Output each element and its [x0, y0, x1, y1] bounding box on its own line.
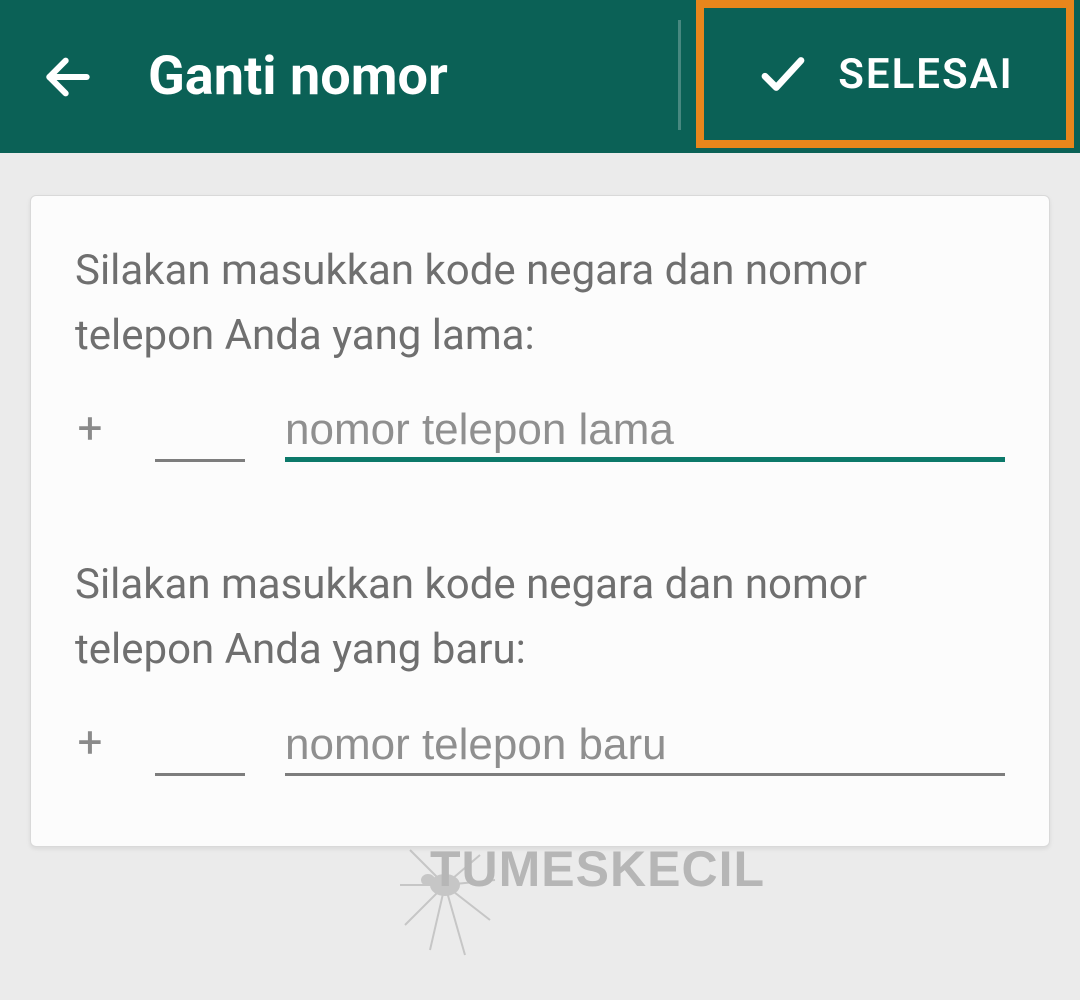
new-number-label: Silakan masukkan kode negara dan nomor t… — [75, 552, 1005, 682]
old-number-label: Silakan masukkan kode negara dan nomor t… — [75, 238, 1005, 368]
done-button[interactable]: SELESAI — [696, 0, 1074, 148]
arrow-left-icon — [40, 49, 96, 105]
page-title: Ganti nomor — [148, 45, 448, 108]
app-bar: Ganti nomor SELESAI — [0, 0, 1080, 153]
old-country-code-input[interactable] — [155, 402, 245, 462]
spider-icon — [350, 830, 530, 970]
watermark: TUMESKECIL — [430, 840, 950, 898]
done-button-label: SELESAI — [838, 50, 1013, 99]
back-button[interactable] — [28, 37, 108, 117]
plus-icon: + — [75, 716, 105, 768]
new-country-code-input[interactable] — [155, 716, 245, 776]
form-card: Silakan masukkan kode negara dan nomor t… — [30, 195, 1050, 847]
plus-icon: + — [75, 402, 105, 454]
new-number-row: + — [75, 716, 1005, 776]
appbar-separator — [678, 20, 681, 130]
watermark-text: TUMESKECIL — [430, 841, 765, 897]
new-phone-number-input[interactable] — [285, 716, 1005, 776]
old-number-row: + — [75, 402, 1005, 462]
old-phone-number-input[interactable] — [285, 402, 1005, 462]
check-icon — [756, 47, 810, 101]
